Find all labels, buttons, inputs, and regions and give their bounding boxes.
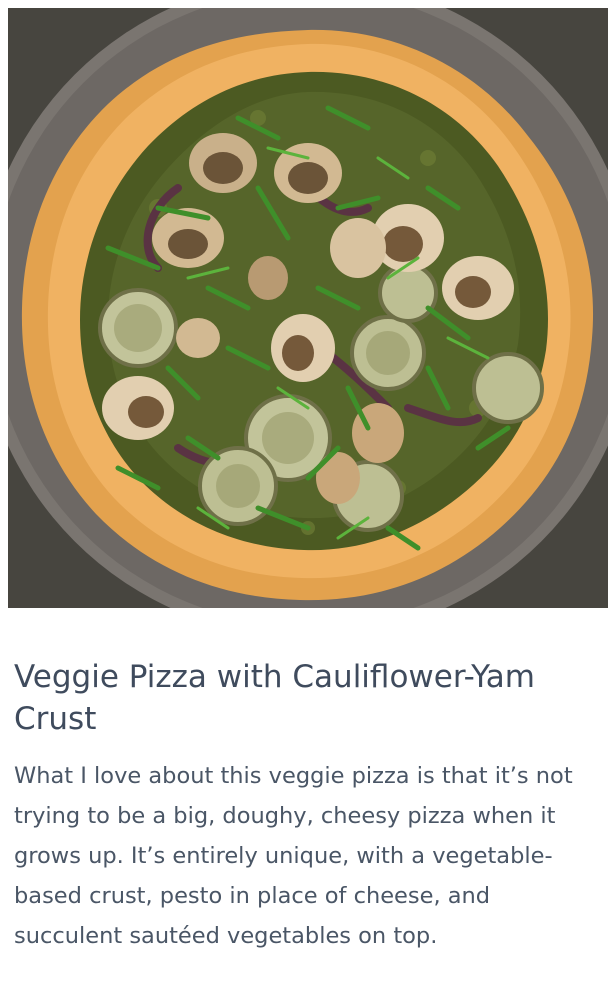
pizza-photo: [8, 8, 608, 608]
recipe-title: Veggie Pizza with Cauliflower-Yam Crust: [14, 659, 535, 737]
recipe-description: What I love about this veggie pizza is t…: [14, 763, 573, 949]
recipe-card: Veggie Pizza with Cauliflower-Yam Crust …: [0, 0, 612, 1000]
